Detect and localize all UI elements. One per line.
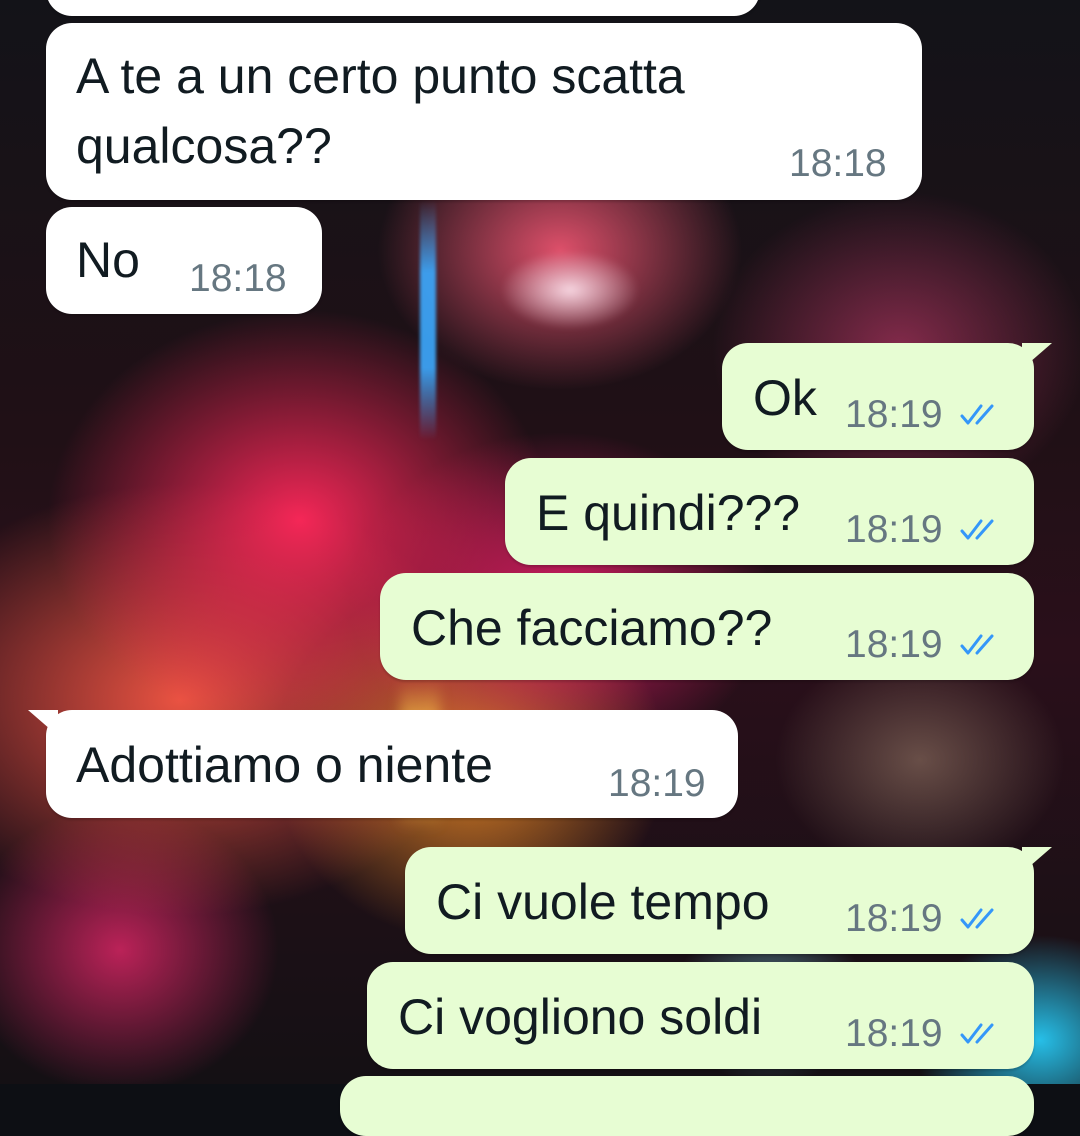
- read-double-check-icon: [960, 634, 994, 655]
- read-double-check-icon: [960, 1023, 994, 1044]
- message-text: No: [76, 232, 140, 288]
- message-text: A te a un certo punto scatta: [76, 48, 685, 104]
- bubble-tail: [1022, 847, 1052, 873]
- bubble-tail: [1022, 343, 1052, 369]
- message-bubble-outgoing[interactable]: Ci vogliono soldi 18:19: [367, 962, 1034, 1069]
- message-text: qualcosa??: [76, 118, 332, 174]
- message-text: Ok: [753, 370, 817, 426]
- message-text: Ci vuole tempo: [436, 874, 770, 930]
- message-timestamp: 18:18: [189, 257, 287, 300]
- message-bubble-incoming[interactable]: A te a un certo punto scatta qualcosa?? …: [46, 23, 922, 200]
- message-timestamp: 18:19: [845, 1012, 943, 1055]
- message-bubble-incoming[interactable]: No 18:18: [46, 207, 322, 314]
- message-timestamp: 18:19: [845, 508, 943, 551]
- message-bubble-partial-top[interactable]: [46, 0, 760, 16]
- message-text: Che facciamo??: [411, 600, 773, 656]
- message-bubble-outgoing[interactable]: Ci vuole tempo 18:19: [405, 847, 1052, 954]
- message-bubble-outgoing[interactable]: Che facciamo?? 18:19: [380, 573, 1034, 680]
- read-double-check-icon: [960, 908, 994, 929]
- message-list[interactable]: A te a un certo punto scatta qualcosa?? …: [0, 0, 1080, 1136]
- message-bubble-incoming[interactable]: Adottiamo o niente 18:19: [28, 710, 738, 818]
- message-timestamp: 18:19: [845, 897, 943, 940]
- message-bubble-outgoing[interactable]: Ok 18:19: [722, 343, 1052, 450]
- read-double-check-icon: [960, 519, 994, 540]
- message-timestamp: 18:19: [845, 393, 943, 436]
- message-text: E quindi???: [536, 485, 801, 541]
- message-bubble-partial-bottom[interactable]: [340, 1076, 1034, 1136]
- message-timestamp: 18:19: [608, 762, 706, 805]
- message-timestamp: 18:18: [789, 142, 887, 185]
- message-text: Adottiamo o niente: [76, 737, 493, 793]
- message-timestamp: 18:19: [845, 623, 943, 666]
- message-bubble-outgoing[interactable]: E quindi??? 18:19: [505, 458, 1034, 565]
- message-text: Ci vogliono soldi: [398, 989, 763, 1045]
- read-double-check-icon: [960, 404, 994, 425]
- bubble-tail: [28, 710, 58, 736]
